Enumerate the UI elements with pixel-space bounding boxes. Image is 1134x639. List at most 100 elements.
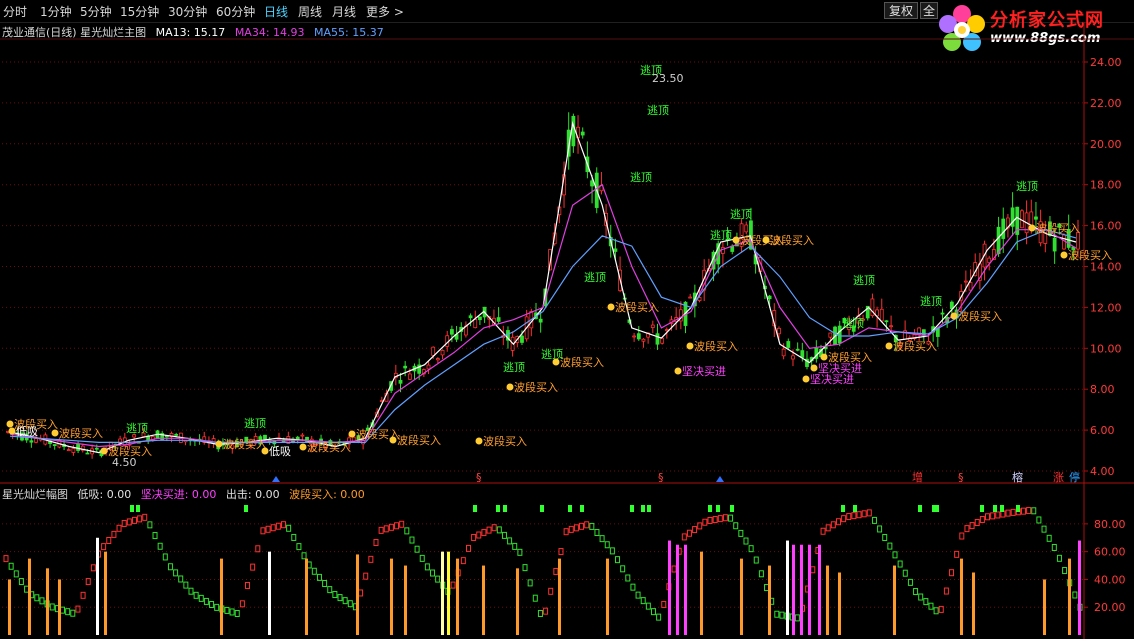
osc-step-box	[111, 530, 117, 538]
osc-step-box	[250, 563, 256, 571]
exit-marker	[1000, 505, 1004, 512]
osc-step-box	[1005, 509, 1011, 517]
signal-label: 波段买入	[223, 437, 267, 451]
candle-body	[571, 115, 576, 147]
signal-label: 逃顶	[503, 361, 525, 374]
osc-step-box	[810, 566, 816, 574]
signal-star-icon	[640, 107, 647, 114]
ma-line-ma13	[9, 120, 1077, 454]
osc-step-box	[620, 565, 626, 573]
osc-step-box	[8, 562, 14, 570]
osc-step-box	[342, 597, 348, 605]
osc-step-box	[383, 525, 389, 533]
signal-label: 波段买入	[694, 339, 738, 353]
signal-label: 逃顶	[630, 171, 652, 184]
candle-body	[879, 308, 884, 322]
osc-step-box	[979, 515, 985, 523]
signal-star-icon	[6, 420, 14, 428]
osc-step-box	[322, 579, 328, 587]
candle-body	[403, 365, 408, 369]
moving-averages	[9, 120, 1077, 454]
osc-step-box	[203, 597, 209, 605]
osc-step-box	[80, 591, 86, 599]
signal-bar	[516, 568, 519, 635]
candle-body	[828, 332, 833, 338]
osc-step-box	[173, 569, 179, 577]
signal-label: 低吸	[269, 445, 291, 458]
osc-step-box	[897, 560, 903, 568]
osc-step-box	[568, 525, 574, 533]
signal-label: 波段买入	[770, 233, 814, 247]
osc-step-box	[851, 512, 857, 520]
price-axis: 24.00 22.00 20.00 18.00 16.00 14.00 12.00 10.00…	[1084, 56, 1122, 478]
osc-step-box	[60, 606, 66, 614]
signal-label: 逃顶	[584, 271, 606, 284]
osc-step-box	[70, 609, 76, 617]
osc-step-box	[378, 526, 384, 534]
signal-label: 逃顶	[842, 317, 864, 330]
candle-body	[520, 335, 524, 343]
candle-body	[426, 364, 431, 370]
osc-step-box	[743, 537, 749, 545]
signal-bar	[305, 558, 308, 635]
osc-step-box	[90, 564, 96, 572]
signal-star-icon	[913, 298, 920, 305]
osc-step-box	[476, 531, 482, 539]
signal-star-icon	[810, 364, 818, 372]
candle-body	[650, 324, 655, 328]
osc-step-box	[435, 575, 441, 583]
candle-body	[795, 348, 800, 351]
candle-body	[641, 338, 646, 342]
signal-label: 坚决买进	[682, 365, 726, 378]
event-marker-icon: §	[476, 471, 482, 484]
osc-step-box	[928, 602, 934, 610]
signal-bar	[220, 558, 223, 635]
price-tick-label: 22.00	[1090, 97, 1122, 110]
exit-marker	[496, 505, 500, 512]
osc-step-box	[137, 515, 143, 523]
event-marker-icon: §	[958, 471, 964, 484]
osc-step-box	[825, 524, 831, 532]
signal-bar	[800, 544, 803, 635]
exit-marker	[244, 505, 248, 512]
triangle-marker-icon	[716, 476, 724, 482]
osc-step-box	[933, 607, 939, 615]
candle-body	[468, 315, 473, 319]
osc-step-box	[650, 608, 656, 616]
chart-canvas[interactable]: 逃顶逃顶逃顶逃顶逃顶逃顶逃顶逃顶逃顶逃顶逃顶逃顶逃顶逃顶波段买入波段买入波段买入…	[0, 0, 1134, 639]
osc-step-box	[1056, 554, 1062, 562]
osc-step-box	[712, 516, 718, 524]
osc-step-box	[913, 588, 919, 596]
candle-body	[34, 438, 38, 443]
candle-body	[174, 433, 179, 436]
osc-step-box	[887, 542, 893, 550]
signal-bar	[46, 568, 49, 635]
exit-marker	[540, 505, 544, 512]
candle-body	[85, 452, 90, 455]
signal-bar	[558, 558, 561, 635]
exit-marker	[136, 505, 140, 512]
osc-step-box	[193, 591, 199, 599]
osc-tick-label: 80.00	[1094, 518, 1126, 531]
osc-step-box	[877, 525, 883, 533]
osc-step-box	[686, 529, 692, 537]
osc-step-box	[907, 578, 913, 586]
signal-bar	[818, 544, 821, 635]
signal-bar	[768, 565, 771, 635]
candle-body	[29, 440, 34, 443]
signal-bar	[826, 565, 829, 635]
signal-star-icon	[623, 174, 630, 181]
osc-step-box	[532, 594, 538, 602]
osc-step-box	[995, 511, 1001, 519]
osc-step-box	[24, 585, 30, 593]
event-markers: § § § 增 榕 涨停	[272, 470, 1080, 484]
signal-label: 波段买入	[483, 434, 527, 448]
signal-label: 逃顶	[853, 274, 875, 287]
event-marker: 涨	[1053, 471, 1064, 484]
price-tick-label: 16.00	[1090, 220, 1122, 233]
signal-bar	[808, 544, 811, 635]
osc-step-box	[286, 524, 292, 532]
osc-step-box	[301, 552, 307, 560]
event-marker-icon: §	[658, 471, 664, 484]
osc-step-box	[291, 533, 297, 541]
